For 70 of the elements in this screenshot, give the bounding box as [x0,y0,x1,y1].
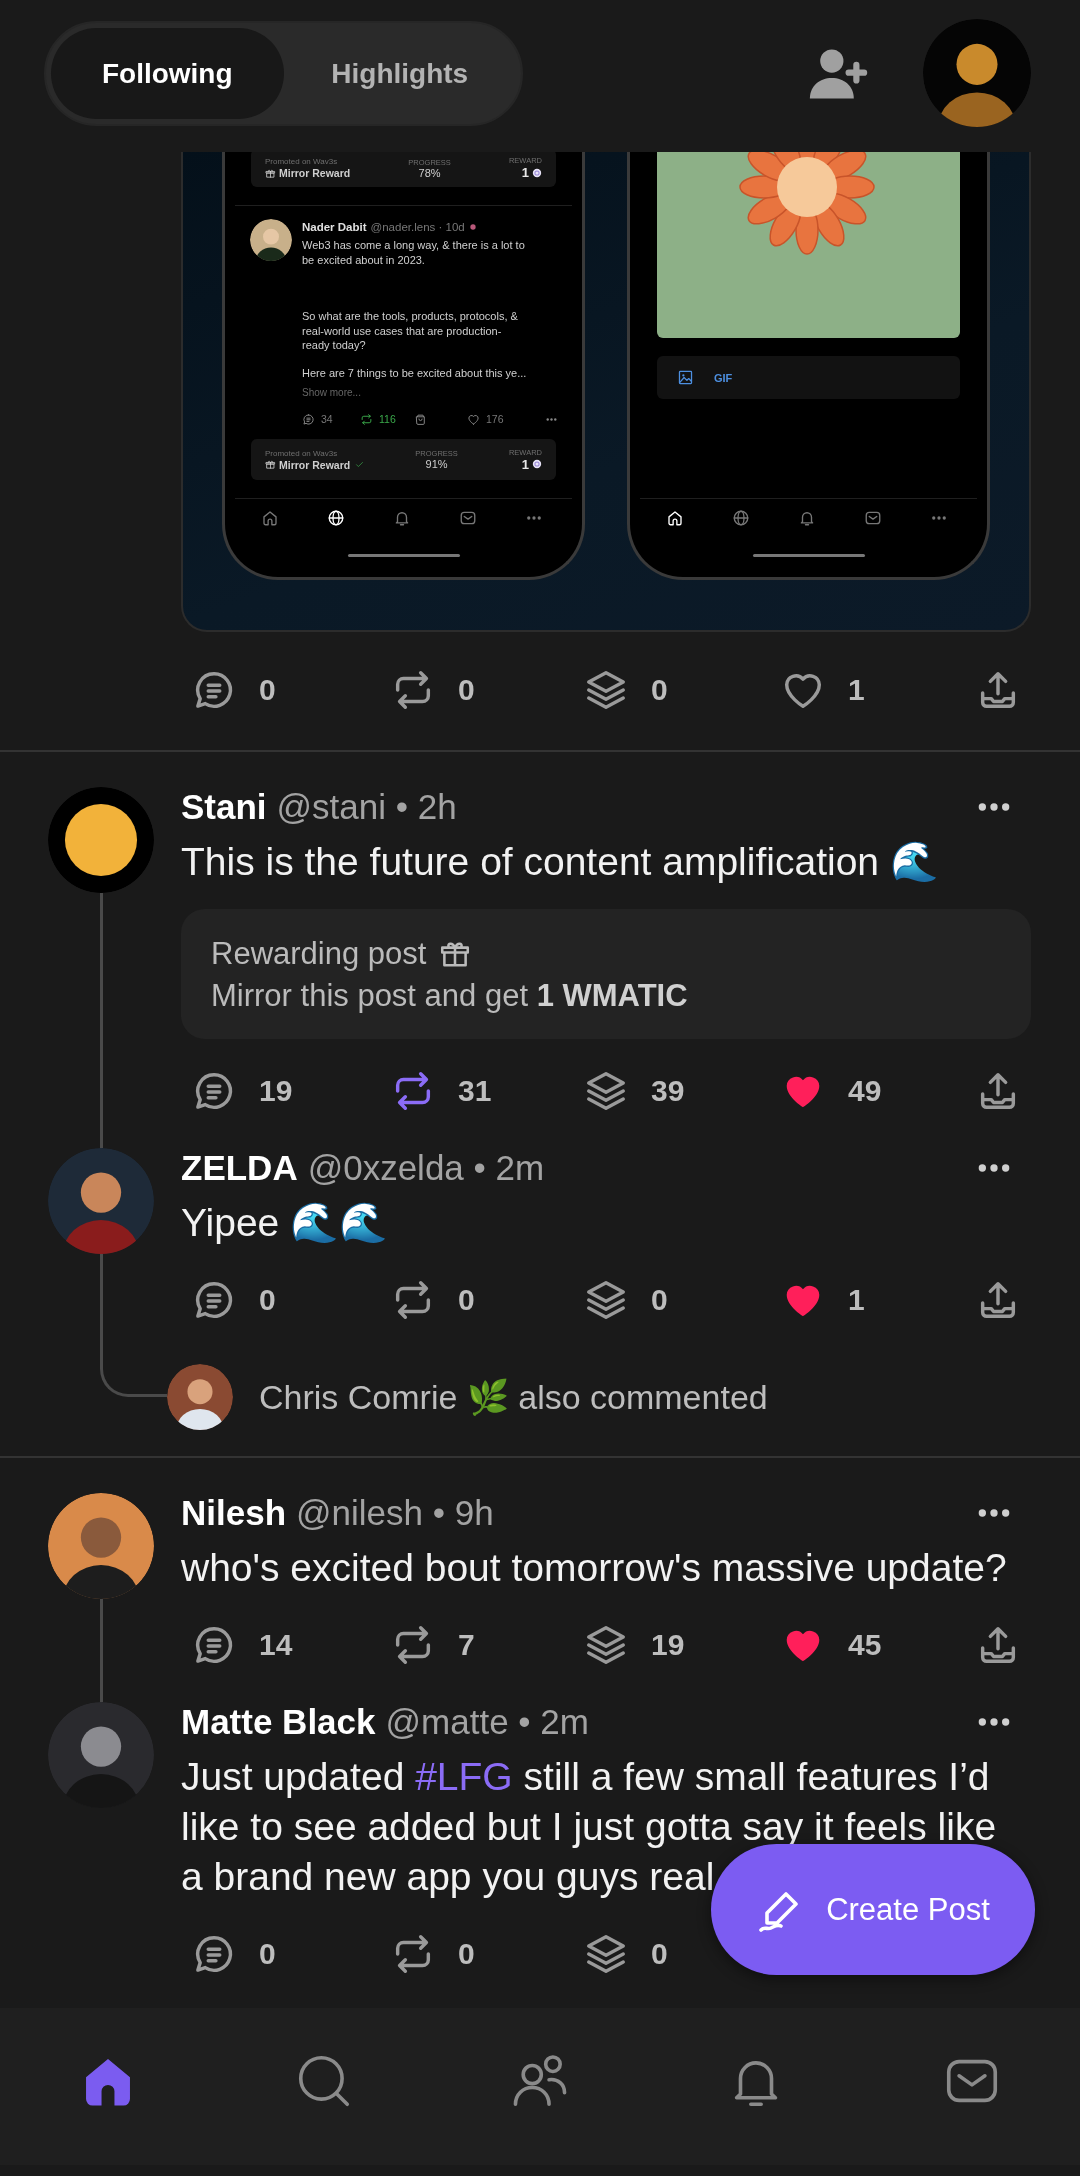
user-avatar[interactable] [48,787,154,893]
mirror-button[interactable]: 116 [360,412,396,426]
feed-tab[interactable]: Following [51,28,284,119]
gift-icon [265,167,276,179]
coin-icon [532,167,542,178]
user-avatar[interactable] [48,1493,154,1599]
like-button[interactable]: 1 [780,1270,865,1330]
show-more-link[interactable]: Show more... [302,386,572,400]
comment-button[interactable]: 0 [191,660,276,720]
mirror-button[interactable]: 0 [390,1270,475,1330]
gift-icon [265,459,276,470]
post-meta: @nilesh • 9h [296,1493,494,1533]
post-text: Here are 7 things to be excited about this ye... [302,366,528,381]
like-button[interactable]: 1 [780,660,865,720]
promo-source: Promoted on Wav3s [265,157,339,166]
comment-button[interactable]: 0 [191,1924,276,1984]
like-button[interactable]: 45 [780,1615,882,1675]
collect-button[interactable]: 0 [583,660,668,720]
collect-button[interactable]: 39 [583,1061,685,1121]
mirror-button[interactable]: 0 [390,1924,475,1984]
thread-connector [100,1340,167,1397]
like-button[interactable]: 176 [467,412,504,426]
mirror-button[interactable]: 0 [390,660,475,720]
progress-value: 91% [425,458,448,470]
progress-value: 78% [418,166,441,179]
coin-icon [532,459,542,469]
badge-icon [468,223,477,231]
user-avatar[interactable] [48,1148,154,1254]
author-name[interactable]: Matte Black [181,1702,376,1742]
comment-button[interactable]: 34 [302,412,333,426]
user-avatar[interactable] [250,219,292,261]
post-text: This is the future of content amplification 🌊 [181,839,940,885]
post-meta: @matte • 2m [385,1702,589,1742]
promo-title: Mirror Reward [279,167,351,179]
comment-button[interactable]: 0 [191,1270,276,1330]
image-icon[interactable] [677,369,694,386]
create-post-button[interactable]: Create Post [711,1844,1035,1975]
author-name: Nader Dabit [302,221,367,233]
collect-button[interactable]: 0 [583,1924,668,1984]
author-name[interactable]: Nilesh [181,1493,287,1533]
mirror-button[interactable]: 7 [390,1615,475,1675]
reward-value: 1 [521,165,529,180]
post-text: who's excited bout tomorrow's massive update? [181,1545,1008,1591]
comment-button[interactable]: 14 [191,1615,293,1675]
like-button[interactable]: 49 [780,1061,882,1121]
reward-value: 1 [521,456,529,472]
also-commented-text: Chris Comrie 🌿 also commented [259,1377,768,1417]
collect-button[interactable]: 19 [583,1615,685,1675]
post-text: Yipee 🌊🌊 [181,1200,390,1246]
comment-button[interactable]: 19 [191,1061,293,1121]
promo-source: Promoted on Wav3s [265,448,339,458]
hashtag-link[interactable]: #LFG [415,1755,513,1798]
mirror-button[interactable]: 31 [390,1061,492,1121]
post-meta: @0xzelda • 2m [307,1148,545,1188]
post-text: Web3 has come a long way, & there is a lot to be excited about in 2023. [302,238,526,267]
post-meta: @nader.lens · 10d [370,221,465,233]
feed-tab[interactable]: Highlights [283,28,516,119]
post-text: So what are the tools, products, protocols, & real-world use cases that are production- ready today? [302,309,519,353]
author-name[interactable]: Stani [181,787,267,827]
collect-button[interactable]: 0 [583,1270,668,1330]
collect-button[interactable] [414,412,427,426]
promo-title: Mirror Reward [279,458,351,471]
post-meta: @stani • 2h [276,787,457,827]
user-avatar[interactable] [923,19,1031,127]
reward-detail: Mirror this post and get 1 WMATIC [211,977,689,1015]
gif-button[interactable]: GIF [714,371,733,384]
user-avatar[interactable] [167,1364,233,1430]
bag-icon [414,412,427,426]
author-name[interactable]: ZELDA [181,1148,298,1188]
reward-title: Rewarding post [211,936,427,972]
